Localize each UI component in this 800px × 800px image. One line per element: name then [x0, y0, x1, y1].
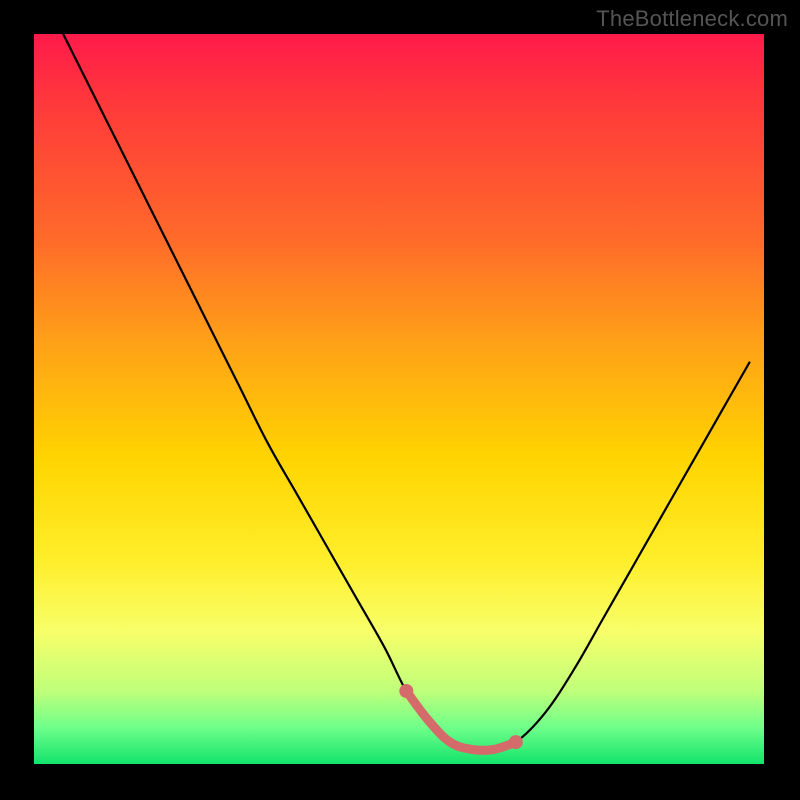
chart-frame: TheBottleneck.com — [0, 0, 800, 800]
bottleneck-curve-path — [63, 34, 749, 750]
plot-area — [34, 34, 764, 764]
bottleneck-highlight-path — [406, 691, 516, 750]
highlight-end-dot — [509, 735, 523, 749]
curve-svg — [34, 34, 764, 764]
watermark-text: TheBottleneck.com — [596, 6, 788, 32]
highlight-start-dot — [399, 684, 413, 698]
